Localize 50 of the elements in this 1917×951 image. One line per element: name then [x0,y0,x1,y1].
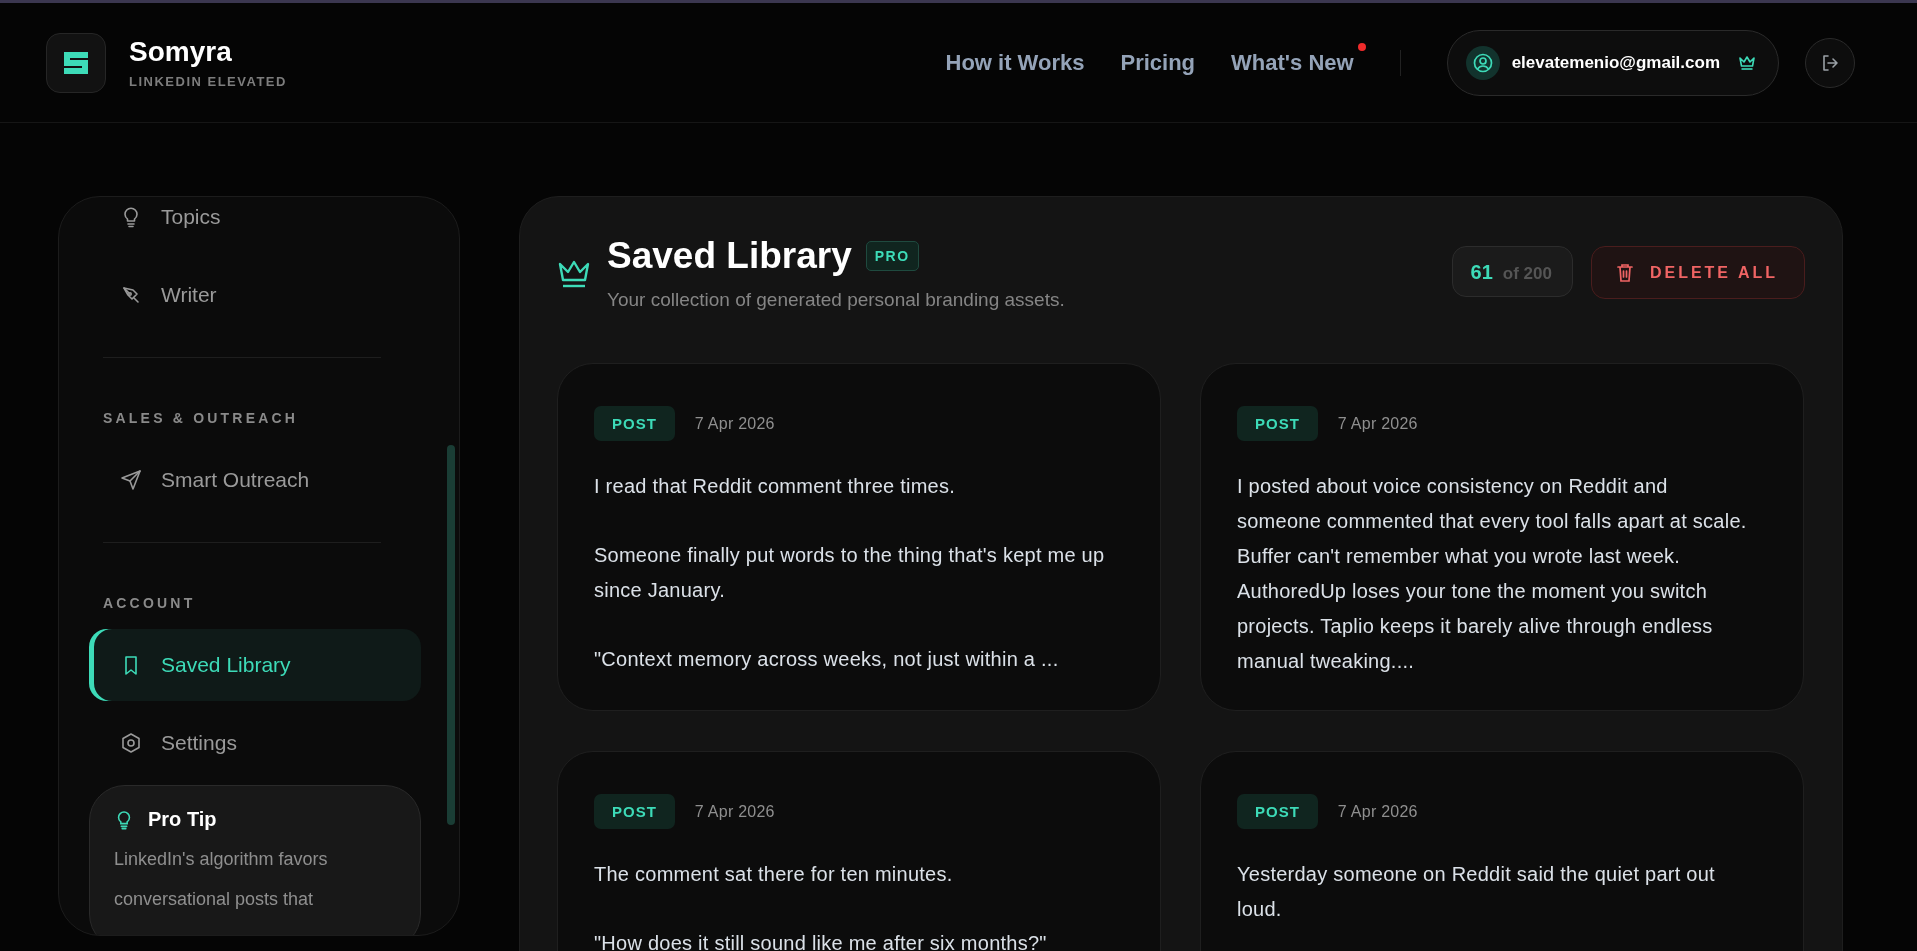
saved-count: 61 [1470,261,1493,284]
post-text: Yesterday someone on Reddit said the quiet part out loud. [1237,862,1716,922]
post-card[interactable]: POST 7 Apr 2026 The comment sat there for ten minutes. "How does it still sound like me after six months?" [557,751,1161,951]
nav-link[interactable]: How it Works [945,49,1085,76]
sidebar-item[interactable]: Saved Library [89,629,421,701]
post-text: Someone finally put words to the thing that's kept me up since January. [594,543,1106,603]
account-pill[interactable]: elevatemenio@gmail.com [1446,29,1779,96]
post-type-tag: POST [1237,406,1318,441]
account-email: elevatemenio@gmail.com [1511,52,1720,73]
send-icon [120,469,142,491]
post-text: The comment sat there for ten minutes. [594,862,954,887]
logo-icon [46,32,106,93]
logout-icon [1820,52,1840,73]
post-text: I read that Reddit comment three times. [594,474,957,499]
section-label: SALES & OUTREACH [102,409,300,428]
sidebar-item[interactable]: Smart Outreach [89,444,421,516]
tip-text: LinkedIn's algorithm favors conversational posts that [114,848,329,911]
sidebar-item[interactable]: Topics [89,197,421,253]
brand-name: Somyra [129,36,233,68]
post-card[interactable] [1200,363,1804,711]
post-text: I posted about voice consistency on Reddit and someone commented that every tool falls apart at scale. Buffer can't remember what you wrote last week. AuthoredUp loses your tone the moment you switch projects. Taplio keeps it barely alive through endless manual tweaking.... [1237,474,1748,674]
saved-limit: of 200 [1502,264,1552,284]
post-text: "How does it still sound like me after six months?" [594,931,1048,951]
tip-title: Pro Tip [148,808,217,831]
section-label: ACCOUNT [102,594,197,613]
trash-icon [1615,262,1634,283]
post-type-tag: POST [1237,794,1318,829]
post-card[interactable]: POST 7 Apr 2026 Yesterday someone on Reddit said the quiet part out loud. [1200,751,1804,951]
post-card[interactable]: POST 7 Apr 2026 I read that Reddit comment three times. Someone finally put words to the thing that's kept me up since January. "Context memory across weeks, not just within a ... [557,363,1161,711]
delete-all-button[interactable]: DELETE ALL [1590,246,1805,299]
crown-icon [557,259,591,289]
post-date: 7 Apr 2026 [1337,802,1418,821]
page-subtitle: Your collection of generated personal branding assets. [607,289,1066,311]
nav-link[interactable]: What's New [1231,49,1354,76]
post-date: 7 Apr 2026 [1337,414,1418,433]
post-text: "Context memory across weeks, not just within a ... [594,647,1060,672]
sidebar-item[interactable]: Settings [89,707,421,779]
pen-icon [120,284,142,306]
logout-button[interactable] [1805,37,1855,88]
post-date: 7 Apr 2026 [694,802,775,821]
pro-badge: PRO [865,241,919,271]
user-icon [1465,45,1500,80]
page-title: Saved Library [607,235,852,277]
post-date: 7 Apr 2026 [694,414,775,433]
nav-link[interactable]: Pricing [1120,49,1196,76]
hexagon-icon [120,732,142,754]
post-type-tag: POST [594,794,675,829]
post-type-tag: POST [594,406,675,441]
brand-tagline: LINKEDIN ELEVATED [129,74,287,89]
sidebar-item[interactable]: Writer [89,259,421,331]
